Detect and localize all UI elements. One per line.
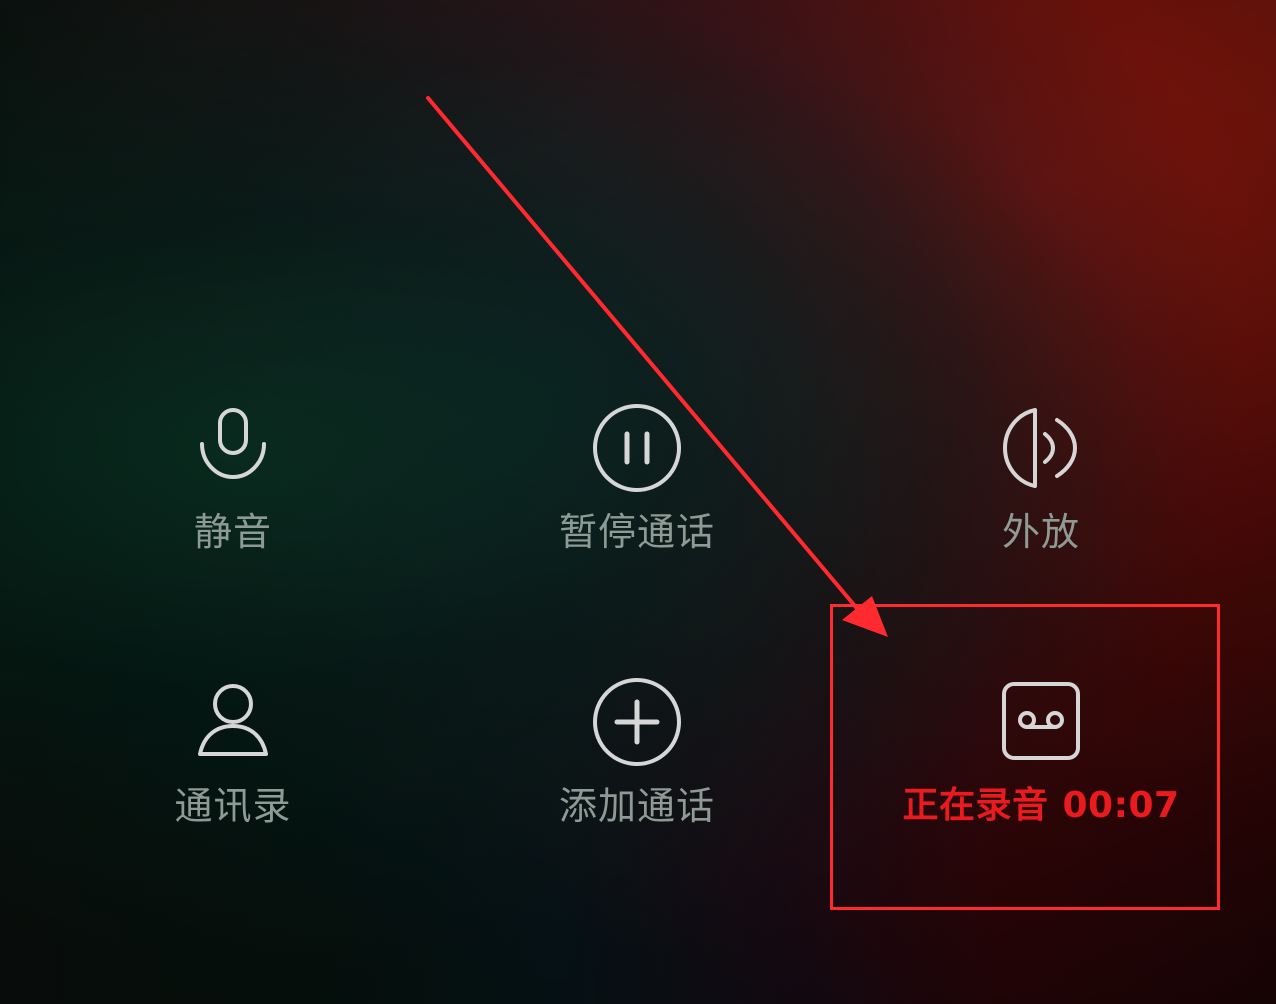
recording-timer: 00:07 bbox=[1062, 785, 1180, 826]
add-call-button[interactable]: 添加通话 bbox=[507, 674, 767, 884]
recording-status: 正在录音 00:07 bbox=[902, 782, 1179, 830]
contact-icon bbox=[185, 674, 281, 770]
microphone-icon bbox=[185, 400, 281, 496]
plus-circle-icon bbox=[589, 674, 685, 770]
add-call-label: 添加通话 bbox=[558, 784, 715, 828]
call-screen: 静音 暂停通话 外放 通讯录 添加通话 正在录音 00:07 bbox=[0, 0, 1276, 1004]
hold-call-label: 暂停通话 bbox=[558, 510, 715, 554]
contacts-button[interactable]: 通讯录 bbox=[103, 674, 363, 884]
hold-call-button[interactable]: 暂停通话 bbox=[507, 400, 767, 610]
pause-icon bbox=[589, 400, 685, 496]
mute-button[interactable]: 静音 bbox=[103, 400, 363, 610]
mute-label: 静音 bbox=[193, 510, 272, 554]
recording-label: 正在录音 bbox=[902, 785, 1049, 826]
cassette-tape-icon bbox=[993, 674, 1089, 770]
speaker-icon bbox=[993, 400, 1089, 496]
contacts-label: 通讯录 bbox=[174, 784, 292, 828]
recording-button[interactable]: 正在录音 00:07 bbox=[902, 674, 1179, 884]
speaker-button[interactable]: 外放 bbox=[911, 400, 1171, 610]
speaker-label: 外放 bbox=[1001, 510, 1080, 554]
